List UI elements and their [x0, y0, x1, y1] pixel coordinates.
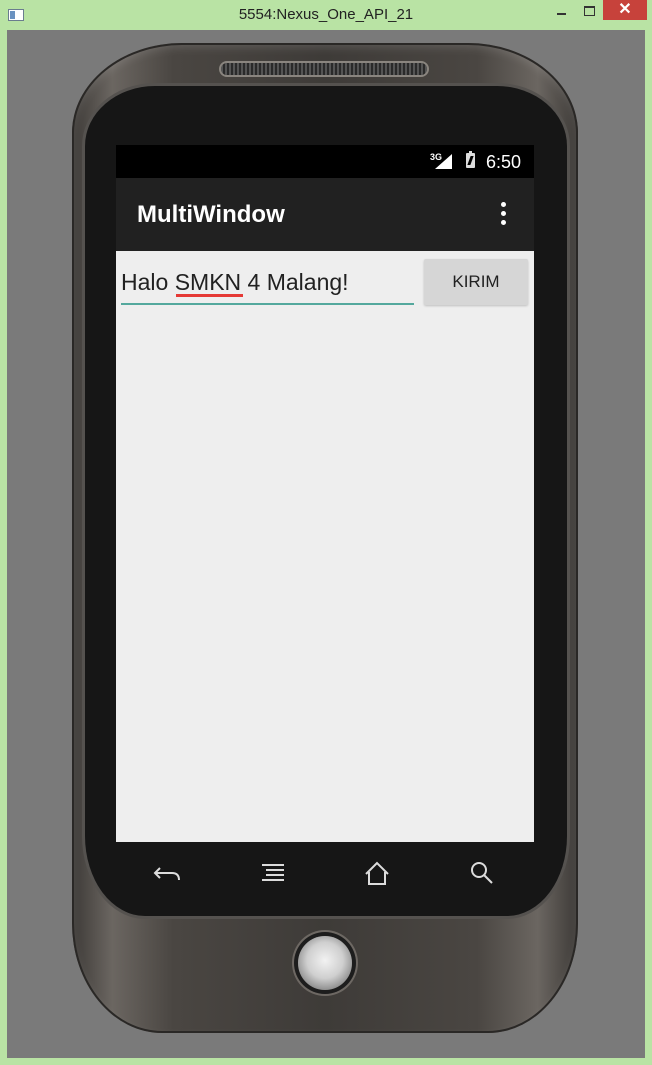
app-title: MultiWindow: [137, 201, 285, 228]
minimize-button[interactable]: [547, 0, 575, 22]
signal-icon: [435, 154, 452, 169]
speaker-grille: [221, 63, 427, 75]
action-bar: MultiWindow: [116, 178, 534, 251]
search-key-icon[interactable]: [466, 858, 500, 888]
window-titlebar: 5554:Nexus_One_API_21 ✕: [0, 0, 652, 30]
trackball[interactable]: [298, 936, 352, 990]
close-button[interactable]: ✕: [603, 0, 647, 20]
overflow-menu-icon[interactable]: [494, 202, 512, 228]
back-key-icon[interactable]: [150, 858, 184, 888]
send-button[interactable]: KIRIM: [424, 259, 528, 305]
minimize-icon: [556, 13, 566, 15]
menu-key-icon[interactable]: [256, 858, 290, 888]
message-input[interactable]: [121, 265, 414, 299]
spellcheck-underline: [176, 294, 243, 297]
input-underline: [121, 303, 414, 305]
status-clock: 6:50: [486, 152, 522, 172]
home-key-icon[interactable]: [360, 858, 394, 888]
battery-charging-icon: [466, 151, 475, 168]
maximize-icon: [583, 6, 595, 16]
maximize-button[interactable]: [576, 0, 602, 22]
main-content: KIRIM: [116, 251, 534, 842]
status-bar: 3G 6:50: [116, 145, 534, 178]
device-screen: 3G 6:50 MultiWindow KIRIM: [116, 145, 534, 842]
